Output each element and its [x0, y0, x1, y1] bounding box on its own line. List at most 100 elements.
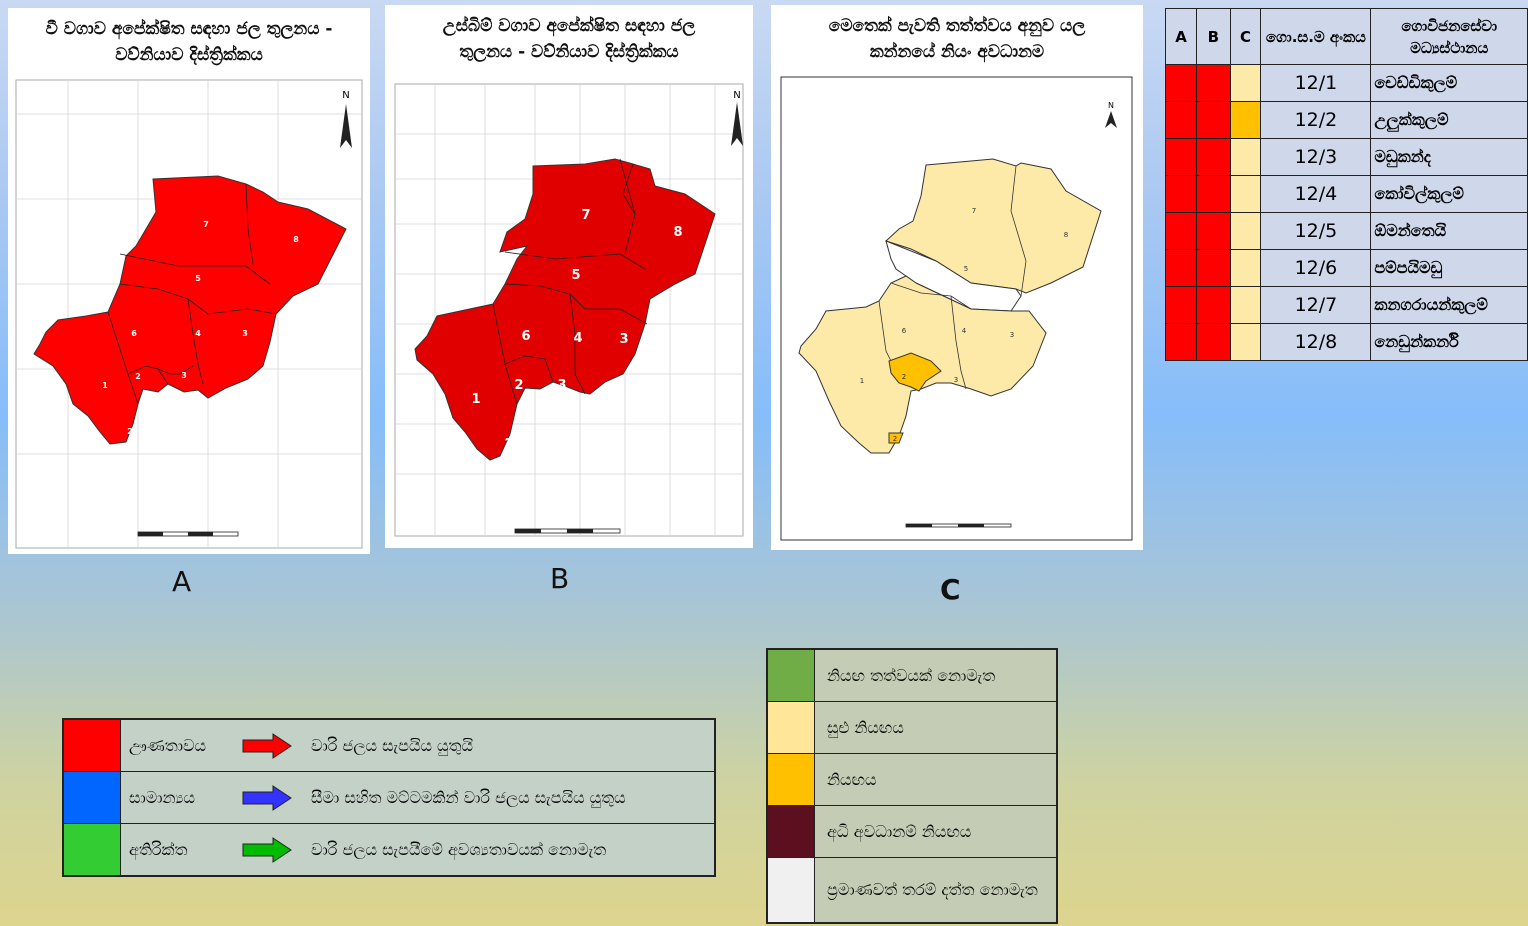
asc-name: කනගරායන්කුලම්	[1370, 286, 1528, 324]
map-b-label-2b: 2	[504, 437, 513, 452]
north-arrow-icon: N	[731, 90, 743, 146]
map-c-label-8: 8	[1064, 231, 1068, 239]
asc-number: 12/5	[1260, 212, 1372, 250]
legend-description: සීමා සහිත මට්ටමකින් වාරි ජලය සැපයිය යුතු…	[311, 787, 626, 807]
status-cell-a	[1165, 138, 1197, 176]
legend-swatch	[768, 650, 815, 701]
panel-b-title: උස්බිම් වගාව අපේක්ෂිත සඳහා ජල තුලනය - වව…	[385, 5, 753, 79]
drought-legend: නියඟ තත්වයක් නොමැත සුළු නියඟය නියඟය අධි අවධ…	[766, 648, 1058, 924]
map-b-label-2: 2	[514, 378, 523, 393]
map-b-label-3b: 3	[557, 378, 566, 393]
map-b-label-1: 1	[471, 392, 480, 407]
asc-number: 12/8	[1260, 323, 1372, 361]
map-b-svg: 1 2 2 3 3 4 5 6 7 8 N	[394, 83, 744, 537]
col-b-header: B	[1196, 8, 1231, 65]
legend-row: සාමාන්‍යය සීමා සහිත මට්ටමකින් වාරි ජලය සැ…	[64, 772, 714, 824]
status-cell-a	[1165, 175, 1197, 213]
asc-name: කෝවිල්කුලම්	[1370, 175, 1528, 213]
legend-label: නියඟය	[827, 769, 877, 789]
legend-row: ප්‍රමාණවත් තරම් දත්ත නොමැත	[768, 858, 1056, 922]
panel-b-title-line2: තුලනය - වව්නියාව දිස්ත්‍රික්කය	[459, 42, 679, 62]
north-label: N	[733, 90, 740, 101]
map-a-label-2b: 2	[127, 427, 133, 436]
status-cell-c	[1229, 323, 1262, 361]
map-a-label-3: 3	[242, 329, 248, 338]
north-arrow-icon: N	[340, 90, 352, 148]
map-a-label-7: 7	[203, 220, 209, 229]
map-a-label-6: 6	[131, 329, 137, 338]
legend-row: නියඟය	[768, 754, 1056, 806]
map-a-label-2: 2	[135, 372, 141, 381]
arrow-right-icon	[241, 720, 301, 771]
legend-label: අතිරික්ත	[129, 839, 188, 859]
scale-bar-icon	[905, 523, 1012, 528]
asc-number: 12/1	[1260, 64, 1372, 102]
table-row: 12/2 උලුක්කුලම්	[1165, 101, 1528, 139]
map-c-label-2: 2	[902, 373, 906, 381]
legend-swatch	[64, 824, 121, 875]
table-row: 12/7 කනගරායන්කුලම්	[1165, 286, 1528, 324]
table-header-row: A B C ගො.ස.ම අංකය ගොවිජනසේවා මධ්‍යස්ථානය	[1165, 8, 1528, 65]
north-label: N	[342, 90, 349, 101]
legend-label: සාමාන්‍යය	[129, 787, 195, 807]
north-label: N	[1108, 101, 1114, 110]
map-c-label-1: 1	[860, 377, 864, 385]
asc-number: 12/2	[1260, 101, 1372, 139]
map-a-label-3b: 3	[181, 371, 187, 380]
legend-row: නියඟ තත්වයක් නොමැත	[768, 650, 1056, 702]
map-c-label-5: 5	[964, 265, 968, 273]
status-cell-b	[1196, 101, 1231, 139]
status-cell-c	[1229, 286, 1262, 324]
legend-swatch	[768, 806, 815, 857]
scale-bar-icon	[514, 528, 621, 534]
map-b-label-3: 3	[619, 332, 628, 347]
status-cell-c	[1229, 249, 1262, 287]
asc-name: චෙඩ්ඩිකුලම්	[1370, 64, 1528, 102]
district-shape	[33, 175, 347, 445]
asc-number: 12/3	[1260, 138, 1372, 176]
status-cell-b	[1196, 249, 1231, 287]
asc-name: ඕමන්තෙයි	[1370, 212, 1528, 250]
map-b-label-7: 7	[581, 208, 590, 223]
map-a-label-8: 8	[293, 235, 299, 244]
legend-label: ප්‍රමාණවත් තරම් දත්ත නොමැත	[827, 880, 1038, 899]
status-cell-b	[1196, 212, 1231, 250]
panel-b-letter: B	[550, 562, 570, 595]
asc-name: පම්පයිමඩු	[1370, 249, 1528, 287]
legend-row: අධි අවධානම් නියඟය	[768, 806, 1056, 858]
legend-label: නියඟ තත්වයක් නොමැත	[827, 665, 996, 685]
col-name-header: ගොවිජනසේවා මධ්‍යස්ථානය	[1370, 8, 1528, 65]
status-cell-c	[1229, 101, 1262, 139]
asc-number: 12/4	[1260, 175, 1372, 213]
arrow-right-icon	[241, 824, 301, 875]
status-cell-c	[1229, 212, 1262, 250]
panel-a-title-line2: වව්නියාව දිස්ත්‍රික්කය	[115, 45, 263, 65]
status-cell-b	[1196, 138, 1231, 176]
legend-label: සුළු නියඟය	[827, 717, 904, 737]
panel-c-title: මෙතෙක් පැවති තත්ත්වය අනුව යල කන්නයේ නියං…	[771, 5, 1143, 79]
map-c-label-7: 7	[972, 207, 976, 215]
legend-description: වාරි ජලය සැපයිය යුතුයි	[311, 735, 474, 755]
water-balance-legend: ඌණතාවය වාරි ජලය සැපයිය යුතුයි සාමාන්‍යය සීම…	[62, 718, 716, 877]
col-num-header: ගො.ස.ම අංකය	[1260, 8, 1372, 65]
panel-c-letter: C	[940, 573, 961, 606]
panel-b-title-line1: උස්බිම් වගාව අපේක්ෂිත සඳහා ජල	[442, 16, 696, 36]
legend-swatch	[768, 754, 815, 805]
legend-swatch	[768, 858, 815, 922]
asc-number: 12/6	[1260, 249, 1372, 287]
col-a-header: A	[1165, 8, 1197, 65]
status-cell-a	[1165, 323, 1197, 361]
status-table: A B C ගො.ස.ම අංකය ගොවිජනසේවා මධ්‍යස්ථානය…	[1165, 8, 1528, 361]
panel-a-letter: A	[172, 565, 192, 598]
status-cell-c	[1229, 175, 1262, 213]
scale-bar-icon	[137, 531, 239, 537]
legend-label: ඌණතාවය	[129, 735, 206, 755]
status-cell-c	[1229, 138, 1262, 176]
map-b-label-8: 8	[673, 225, 682, 240]
map-c-label-4: 4	[962, 327, 967, 335]
legend-swatch	[64, 720, 121, 771]
status-cell-b	[1196, 175, 1231, 213]
panel-c-title-line2: කන්නයේ නියං අවධානම	[869, 42, 1045, 62]
status-cell-a	[1165, 249, 1197, 287]
table-row: 12/1 චෙඩ්ඩිකුලම්	[1165, 64, 1528, 102]
